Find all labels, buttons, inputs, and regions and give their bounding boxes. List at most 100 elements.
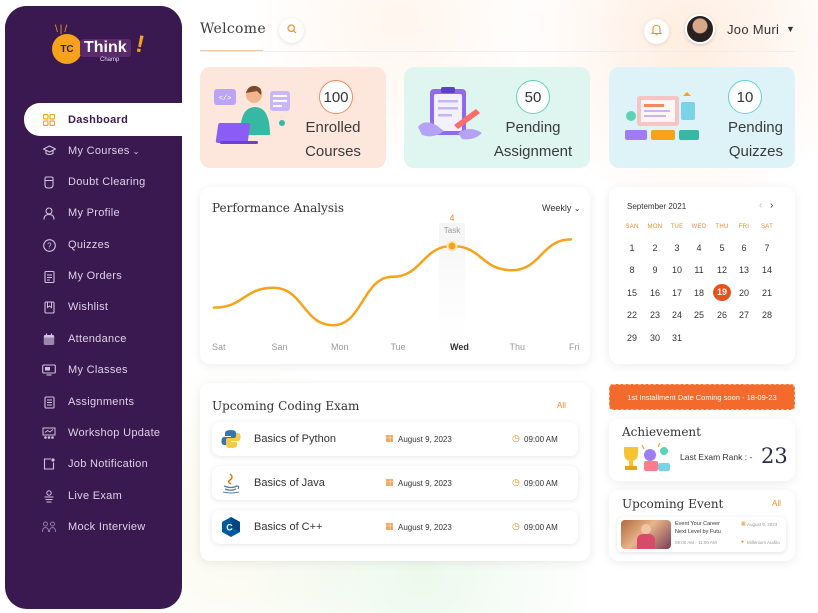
x-tick-label: Wed	[450, 342, 469, 352]
event-card[interactable]: Event Your Career Next Level by Futu 09:…	[617, 517, 786, 552]
calendar-day[interactable]: 22	[623, 310, 641, 320]
stat-label-line2: Courses	[305, 143, 361, 160]
stat-card-pending-assignment[interactable]: 50 Pending Assignment	[404, 67, 590, 168]
calendar-weekday: SAN	[625, 224, 639, 230]
calendar-weekday: THU	[715, 224, 729, 230]
calendar-day[interactable]: 2	[646, 243, 664, 253]
stat-label-line2: Assignment	[493, 143, 573, 160]
tooltip-label: Task	[444, 226, 461, 235]
x-tick-label: Tue	[390, 342, 406, 352]
calendar-day[interactable]: 3	[668, 243, 686, 253]
svg-text:C: C	[226, 523, 233, 533]
sidebar-item-my-profile[interactable]: My Profile	[5, 198, 182, 228]
stat-card-pending-quizzes[interactable]: 10 Pending Quizzes	[609, 67, 795, 168]
event-line2: Next Level by Futu	[675, 529, 721, 535]
sidebar-item-quizzes[interactable]: ? Quizzes	[5, 230, 182, 260]
calendar-next-icon[interactable]: ›	[770, 200, 773, 211]
calendar-prev-icon[interactable]: ‹	[759, 200, 762, 211]
sidebar-item-live-exam[interactable]: Live Exam	[5, 481, 182, 511]
stat-value-ring: 10	[728, 80, 762, 114]
calendar-icon: ▦	[385, 521, 394, 531]
calendar-day[interactable]: 10	[668, 265, 686, 275]
exam-row[interactable]: Basics of Java ▦ August 9, 2023 ◷ 09:00 …	[212, 466, 578, 500]
sidebar-item-my-orders[interactable]: My Orders	[5, 261, 182, 291]
sidebar-item-label: Mock Interview	[68, 521, 146, 533]
calendar-day[interactable]: 9	[646, 265, 664, 275]
calendar-day[interactable]: 28	[758, 310, 776, 320]
calendar-day[interactable]: 7	[758, 243, 776, 253]
calendar-day[interactable]: 6	[735, 243, 753, 253]
calendar-day[interactable]: 20	[735, 288, 753, 298]
sidebar-item-job-notification[interactable]: Job Notification	[5, 449, 182, 479]
calendar-day[interactable]: 31	[668, 333, 686, 343]
calendar-day[interactable]: 17	[668, 288, 686, 298]
chevron-down-icon[interactable]: ⌄	[133, 147, 140, 156]
stat-value-ring: 50	[516, 80, 550, 114]
sidebar-item-label: My Courses	[68, 145, 130, 157]
calendar-day[interactable]: 30	[646, 333, 664, 343]
exam-name: Basics of Java	[254, 477, 325, 489]
calendar-day[interactable]: 13	[735, 265, 753, 275]
installment-text: 1st Installment Date Coming soon - 18-09…	[627, 392, 777, 402]
rank-value: 23	[761, 444, 788, 468]
bulb-icon: TC	[52, 34, 82, 64]
calendar-day[interactable]: 8	[623, 265, 641, 275]
sidebar-item-attendance[interactable]: Attendance	[5, 324, 182, 354]
calendar-day[interactable]: 27	[735, 310, 753, 320]
exam-row[interactable]: C Basics of C++ ▦ August 9, 2023 ◷ 09:00…	[212, 510, 578, 544]
highlight-point[interactable]	[446, 240, 458, 252]
user-name[interactable]: Joo Muri	[727, 22, 779, 37]
calendar-day[interactable]: 18	[690, 288, 708, 298]
sidebar-item-label: Job Notification	[68, 458, 149, 470]
stat-label-line1: Pending	[505, 119, 561, 136]
x-tick-label: Thu	[509, 342, 526, 352]
avatar[interactable]	[685, 14, 715, 44]
notification-button[interactable]	[644, 19, 669, 44]
sidebar-item-wishlist[interactable]: Wishlist	[5, 292, 182, 322]
calendar-day[interactable]: 21	[758, 288, 776, 298]
calendar-day[interactable]: 19	[713, 284, 731, 301]
sidebar-item-my-classes[interactable]: My Classes	[5, 355, 182, 385]
clipboard-illustration	[414, 85, 486, 150]
sidebar-item-dashboard[interactable]: Dashboard	[24, 103, 182, 136]
exam-all-link[interactable]: All	[557, 401, 566, 410]
calendar-day[interactable]: 24	[668, 310, 686, 320]
exam-title: Upcoming Coding Exam	[212, 399, 360, 413]
clock-icon: ◷	[512, 477, 520, 487]
calendar-day[interactable]: 11	[690, 265, 708, 275]
calendar-icon: ▦	[385, 477, 394, 487]
exam-row[interactable]: Basics of Python ▦ August 9, 2023 ◷ 09:0…	[212, 422, 578, 456]
page-title: Welcome	[200, 21, 266, 37]
sidebar-item-assignments[interactable]: Assignments	[5, 387, 182, 417]
calendar-day[interactable]: 25	[690, 310, 708, 320]
think-champ-logo[interactable]: \|/ TC Think Champ !	[52, 24, 147, 72]
stat-label: Pending Quizzes	[709, 116, 783, 164]
sidebar-item-mock-interview[interactable]: Mock Interview	[5, 512, 182, 542]
calendar-day[interactable]: 12	[713, 265, 731, 275]
stat-card-enrolled-courses[interactable]: </> 100 Enrolled Courses	[200, 67, 386, 168]
calendar-day[interactable]: 15	[623, 288, 641, 298]
event-date: August 9, 2023	[747, 522, 778, 527]
interview-icon	[42, 520, 56, 534]
calendar-day[interactable]: 5	[713, 243, 731, 253]
calendar-day[interactable]: 29	[623, 333, 641, 343]
sidebar-item-my-courses[interactable]: My Courses ⌄	[5, 136, 182, 166]
calendar-day[interactable]: 4	[690, 243, 708, 253]
calendar-day[interactable]: 1	[623, 243, 641, 253]
sidebar-item-label: Wishlist	[68, 301, 109, 313]
calendar-day[interactable]: 26	[713, 310, 731, 320]
notification-icon	[42, 457, 56, 471]
caret-down-icon[interactable]: ▼	[786, 24, 795, 34]
calendar-weekday: SAT	[760, 224, 774, 230]
calendar-day[interactable]: 14	[758, 265, 776, 275]
search-button[interactable]	[279, 18, 304, 43]
calendar-weekday: WED	[691, 224, 707, 230]
calendar-day[interactable]: 23	[646, 310, 664, 320]
event-all-link[interactable]: All	[772, 499, 781, 508]
installment-banner[interactable]: 1st Installment Date Coming soon - 18-09…	[609, 384, 795, 410]
sidebar-item-workshop-update[interactable]: Workshop Update	[5, 418, 182, 448]
achievement-title: Achievement	[622, 425, 701, 439]
sidebar-item-doubt-clearing[interactable]: Doubt Clearing	[5, 167, 182, 197]
x-tick-label: Fri	[569, 342, 580, 352]
calendar-day[interactable]: 16	[646, 288, 664, 298]
